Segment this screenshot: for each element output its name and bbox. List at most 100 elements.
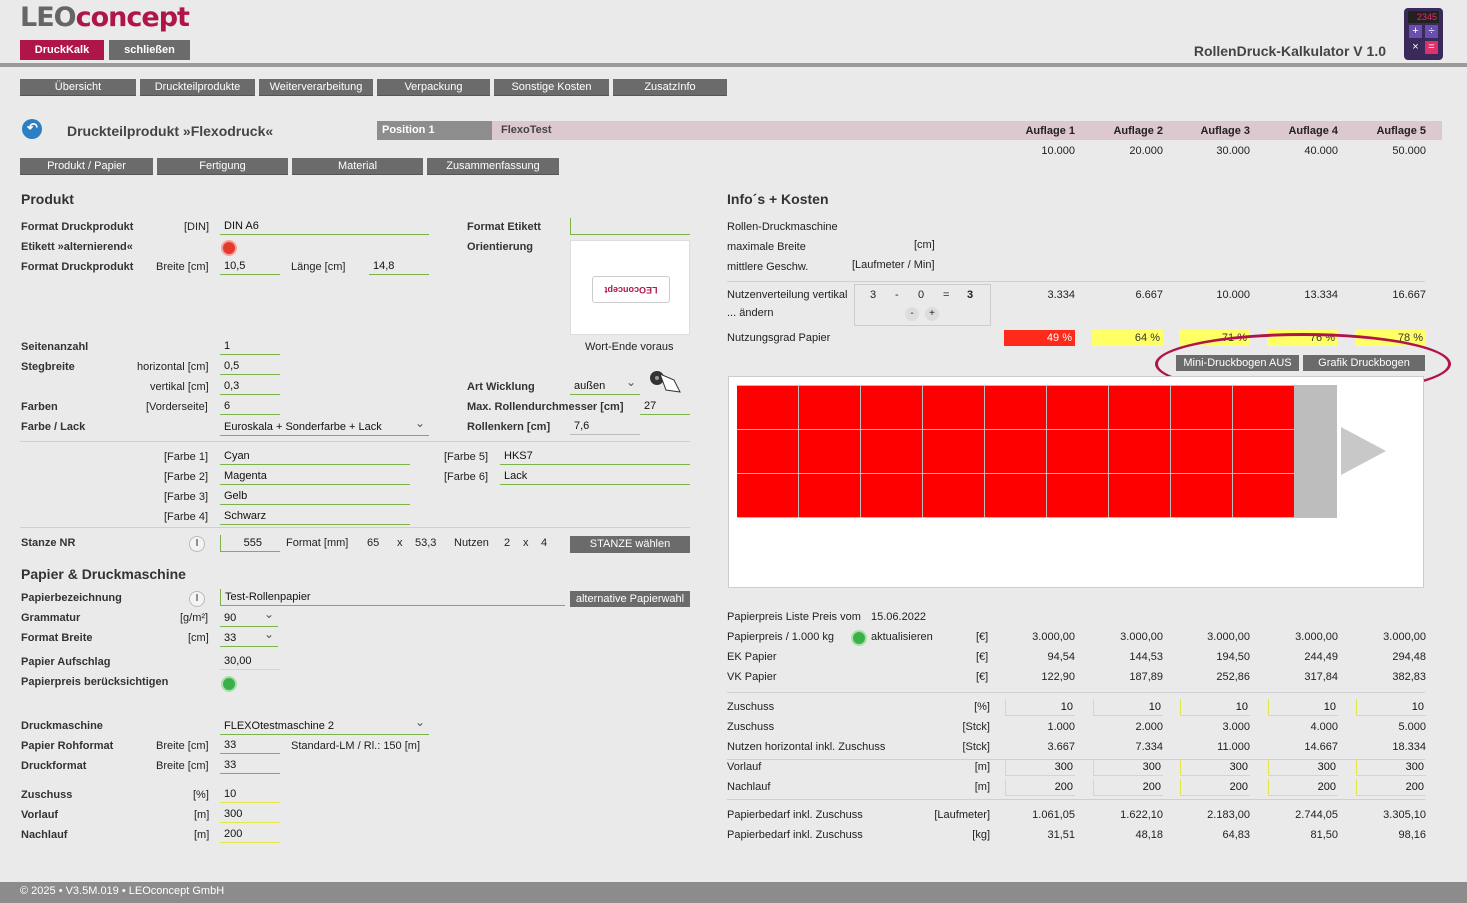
seiten-input[interactable]: 1 (220, 338, 280, 355)
nachlauf-label: Nachlauf (21, 829, 68, 841)
calc-row-input[interactable]: 10 (1093, 699, 1163, 716)
calc-row-input[interactable]: 300 (1180, 759, 1250, 776)
farbe-lack-select[interactable]: Euroskala + Sonderfarbe + Lack (220, 415, 429, 436)
calc-row-input[interactable]: 10 (1005, 699, 1075, 716)
calc-row-input[interactable]: 200 (1356, 779, 1426, 796)
nutzen-cell (861, 474, 922, 517)
cost-row-value: 382,83 (1392, 671, 1426, 683)
breite-input[interactable]: 10,5 (220, 258, 280, 275)
calc-row-input[interactable]: 200 (1180, 779, 1250, 796)
tab-2[interactable]: Weiterverarbeitung (259, 79, 373, 96)
farbe-input[interactable]: HKS7 (500, 448, 690, 465)
format-etikett-input[interactable] (570, 218, 690, 235)
plus-icon[interactable]: + (925, 307, 939, 321)
nv-value: 13.334 (1304, 289, 1338, 301)
position-label[interactable]: Position 1 (377, 121, 492, 140)
etikett-label: Etikett »alternierend« (21, 241, 133, 253)
farbe-input[interactable]: Gelb (220, 488, 410, 505)
schliessen-button[interactable]: schließen (109, 40, 190, 60)
cost-row-value: 187,89 (1129, 671, 1163, 683)
farbe-label: [Farbe 1] (164, 451, 209, 463)
format-input[interactable]: DIN A6 (220, 218, 429, 235)
toggle-off-icon[interactable] (221, 240, 237, 256)
subtab-2[interactable]: Material (292, 158, 423, 175)
stanze-waehlen-button[interactable]: STANZE wählen (570, 536, 690, 553)
farbe-input[interactable]: Magenta (220, 468, 410, 485)
farbe-input[interactable]: Schwarz (220, 508, 410, 525)
rollenkern-input[interactable]: 7,6 (570, 418, 640, 435)
druckmaschine-select[interactable]: FLEXOtestmaschine 2 (220, 714, 429, 735)
fb-select[interactable]: 33 (220, 626, 278, 647)
maxb-unit: [cm] (914, 239, 935, 251)
calc-row-value: 1.061,05 (1032, 809, 1075, 821)
fb-unit: [cm] (188, 632, 209, 644)
calc-row-input[interactable]: 300 (1268, 759, 1338, 776)
info-cursor-icon[interactable]: I (189, 536, 205, 552)
orientation-preview[interactable]: LEOconcept (570, 240, 690, 335)
roh-input[interactable]: 33 (220, 737, 280, 754)
nutzen-cell (1171, 430, 1232, 473)
farben-input[interactable]: 6 (220, 398, 280, 415)
tab-1[interactable]: Druckteilprodukte (140, 79, 255, 96)
papierbez-input[interactable]: Test-Rollenpapier (220, 589, 565, 606)
info-cursor-icon[interactable]: I (189, 591, 205, 607)
nv-minus: - (895, 289, 899, 301)
stanze-format-label: Format [mm] (286, 537, 349, 549)
leoconcept-logo: LEOconcept (20, 2, 190, 33)
druckmaschine-label: Druckmaschine (21, 720, 103, 732)
rollen-input[interactable]: 27 (640, 398, 690, 415)
tab-0[interactable]: Übersicht (20, 79, 136, 96)
nv-eq: = (943, 289, 950, 301)
tab-5[interactable]: ZusatzInfo (613, 79, 727, 96)
calc-row-input[interactable]: 300 (1093, 759, 1163, 776)
calc-row-input[interactable]: 300 (1005, 759, 1075, 776)
calc-row-input[interactable]: 200 (1268, 779, 1338, 796)
horiz-input[interactable]: 0,5 (220, 358, 280, 375)
toggle-on-icon[interactable] (221, 676, 237, 692)
calc-row-input[interactable]: 200 (1093, 779, 1163, 796)
steg-label: Stegbreite (21, 361, 75, 373)
farbe-input[interactable]: Lack (500, 468, 690, 485)
mg-unit: [Laufmeter / Min] (852, 259, 935, 271)
orientierung-label: Orientierung (467, 241, 534, 253)
aufschlag-input[interactable]: 30,00 (220, 653, 280, 670)
nachlauf-input[interactable]: 200 (220, 826, 280, 843)
calc-row-input[interactable]: 10 (1180, 699, 1250, 716)
farbe-label: [Farbe 4] (164, 511, 209, 523)
refresh-icon[interactable] (851, 630, 867, 646)
calc-row-value: 48,18 (1135, 829, 1163, 841)
cost-row-label: VK Papier (727, 671, 777, 683)
calc-row-input[interactable]: 10 (1356, 699, 1426, 716)
subtab-1[interactable]: Fertigung (157, 158, 288, 175)
subtab-3[interactable]: Zusammenfassung (427, 158, 559, 175)
rollen-label: Max. Rollendurchmesser [cm] (467, 401, 624, 413)
calc-row-label: Zuschuss (727, 721, 775, 733)
calc-row-input[interactable]: 200 (1005, 779, 1075, 796)
nutzen-cell (799, 474, 860, 517)
rollenkern-label: Rollenkern [cm] (467, 421, 551, 433)
stanze-input[interactable]: 555 (220, 535, 280, 552)
subtab-0[interactable]: Produkt / Papier (20, 158, 153, 175)
nutzen-cell (923, 430, 984, 473)
farbe-input[interactable]: Cyan (220, 448, 410, 465)
laenge-input[interactable]: 14,8 (369, 258, 429, 275)
vorlauf-input[interactable]: 300 (220, 806, 280, 823)
minus-icon[interactable]: - (905, 307, 919, 321)
zuschuss-input[interactable]: 10 (220, 786, 280, 803)
zuschuss-label: Zuschuss (21, 789, 73, 801)
alt-papier-button[interactable]: alternative Papierwahl (570, 591, 690, 607)
tab-4[interactable]: Sonstige Kosten (494, 79, 609, 96)
nutzen-cell (985, 430, 1046, 473)
druckkalk-button[interactable]: DruckKalk (20, 40, 104, 60)
nutzen-cell (985, 474, 1046, 517)
calc-row-input[interactable]: 300 (1356, 759, 1426, 776)
art-wicklung-select[interactable]: außen (570, 374, 640, 395)
cost-row-value: 3.000,00 (1120, 631, 1163, 643)
farbe-lack-label: Farbe / Lack (21, 421, 86, 433)
tab-3[interactable]: Verpackung (377, 79, 490, 96)
standard-lm: Standard-LM / Rl.: 150 [m] (291, 740, 420, 752)
df-input[interactable]: 33 (220, 757, 280, 774)
gram-select[interactable]: 90 (220, 606, 278, 627)
vert-input[interactable]: 0,3 (220, 378, 280, 395)
calc-row-input[interactable]: 10 (1268, 699, 1338, 716)
